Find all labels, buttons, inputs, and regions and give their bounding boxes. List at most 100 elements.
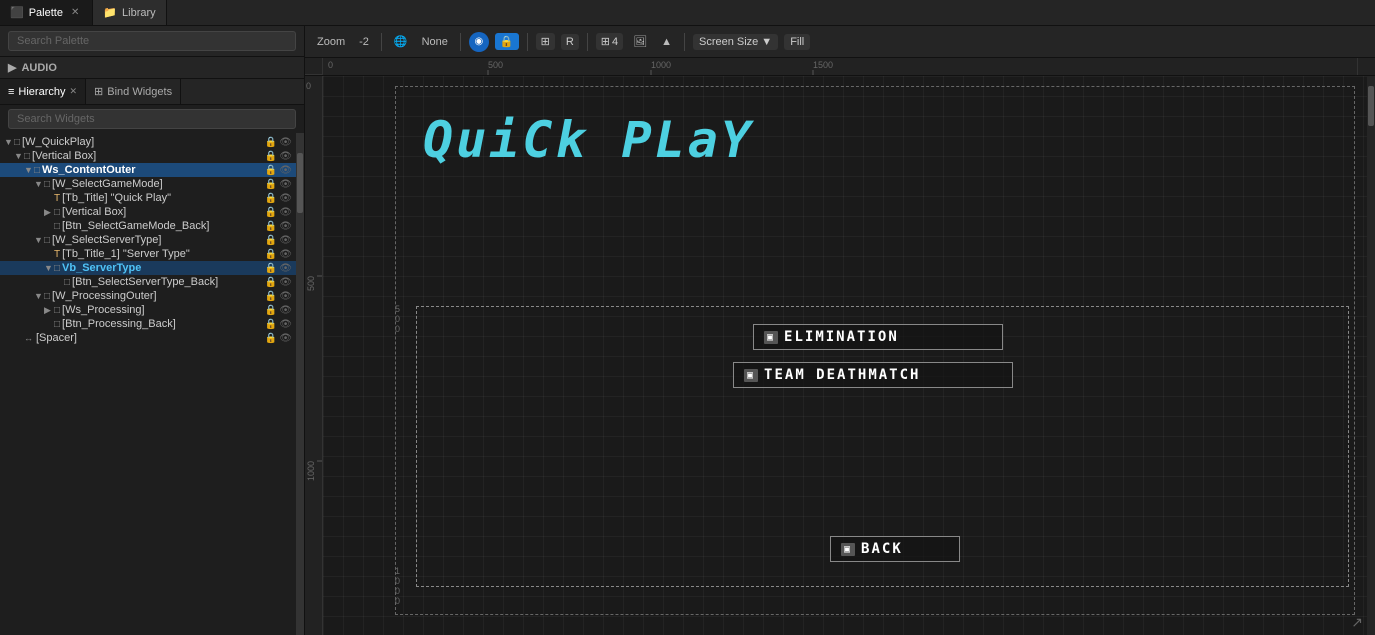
- back-button[interactable]: ▣ BACK: [830, 536, 960, 562]
- grid-btn[interactable]: ⊞ 4: [596, 33, 623, 50]
- actions-processingouter: 🔒 👁: [265, 291, 296, 302]
- tree-item-vbox1[interactable]: ▼ □ [Vertical Box] 🔒 👁: [0, 149, 296, 163]
- btn-r[interactable]: R: [561, 34, 579, 50]
- actions-btn-proc-back: 🔒 👁: [265, 319, 296, 330]
- tree-item-btn-selectgamemode-back[interactable]: □ [Btn_SelectGameMode_Back] 🔒 👁: [0, 219, 296, 233]
- tree-item-wquickplay[interactable]: ▼ □ [W_QuickPlay] 🔒 👁: [0, 135, 296, 149]
- category-label: AUDIO: [21, 62, 56, 74]
- icon-contentouter: □: [34, 165, 40, 176]
- tree-item-wselectgamemode[interactable]: ▼ □ [W_SelectGameMode] 🔒 👁: [0, 177, 296, 191]
- lock-spacer[interactable]: 🔒: [265, 333, 277, 344]
- lock-contentouter[interactable]: 🔒: [265, 165, 277, 176]
- lock-btn-sgm-back[interactable]: 🔒: [265, 221, 277, 232]
- tree-item-vbox2[interactable]: ▶ □ [Vertical Box] 🔒 👁: [0, 205, 296, 219]
- tree-item-tb-title[interactable]: T [Tb_Title] "Quick Play" 🔒 👁: [0, 191, 296, 205]
- separator1: [381, 33, 382, 51]
- canvas-y-label: 5 0 0: [395, 304, 400, 334]
- eye-btn-sst-back[interactable]: 👁: [279, 277, 292, 288]
- tree-item-tb-title1[interactable]: T [Tb_Title_1] "Server Type" 🔒 👁: [0, 247, 296, 261]
- icon-btn-proc-back: □: [54, 319, 60, 330]
- tree-scrollbar[interactable]: [296, 133, 304, 635]
- tree-item-wselectservertype[interactable]: ▼ □ [W_SelectServerType] 🔒 👁: [0, 233, 296, 247]
- arrow-wquickplay: ▼: [4, 137, 14, 147]
- lock-btn-proc-back[interactable]: 🔒: [265, 319, 277, 330]
- canvas-with-ruler: 0 500 1000: [305, 76, 1375, 635]
- eye-btn-proc-back[interactable]: 👁: [279, 319, 292, 330]
- tree-item-btn-processing-back[interactable]: □ [Btn_Processing_Back] 🔒 👁: [0, 317, 296, 331]
- arrow-vbox1: ▼: [14, 151, 24, 161]
- resize-handle[interactable]: ↗: [1351, 614, 1363, 631]
- tab-hierarchy[interactable]: ≡ Hierarchy ✕: [0, 79, 86, 104]
- tab-bind-widgets[interactable]: ⊞ Bind Widgets: [86, 79, 181, 104]
- tree-item-wsprocessing[interactable]: ▶ □ [Ws_Processing] 🔒 👁: [0, 303, 296, 317]
- arrow-processingouter: ▼: [34, 291, 44, 301]
- canvas-scrollbar-right[interactable]: [1367, 76, 1375, 635]
- lock-wsprocessing[interactable]: 🔒: [265, 305, 277, 316]
- eye-tbtitle1[interactable]: 👁: [279, 249, 292, 260]
- search-palette-input[interactable]: [8, 31, 296, 51]
- canvas-viewport[interactable]: QuiCk PLaY ▣ ELIMINATION ▣ TEAM DEATH: [323, 76, 1367, 635]
- separator2: [460, 33, 461, 51]
- label-btn-proc-back: [Btn_Processing_Back]: [62, 318, 176, 330]
- arrow-selectgamemode: ▼: [34, 179, 44, 189]
- lock-btn[interactable]: 🔒: [495, 33, 519, 50]
- eye-tbtitle[interactable]: 👁: [279, 193, 292, 204]
- none-label[interactable]: None: [418, 34, 452, 50]
- screen-size-dropdown[interactable]: Screen Size ▼: [693, 34, 778, 50]
- tree-item-vb-servertype[interactable]: ▼ □ Vb_ServerType 🔒 👁: [0, 261, 296, 275]
- search-widgets-input[interactable]: [8, 109, 296, 129]
- back-icon: ▣: [841, 543, 855, 556]
- icon-tbtitle: T: [54, 193, 60, 204]
- eye-vbservertype[interactable]: 👁: [279, 263, 292, 274]
- deathmatch-icon: ▣: [744, 369, 758, 382]
- eye-selectservertype[interactable]: 👁: [279, 235, 292, 246]
- lock-wquickplay[interactable]: 🔒: [265, 137, 277, 148]
- tree-item-btn-selectservertype-back[interactable]: □ [Btn_SelectServerType_Back] 🔒 👁: [0, 275, 296, 289]
- tree-item-wprocessingouter[interactable]: ▼ □ [W_ProcessingOuter] 🔒 👁: [0, 289, 296, 303]
- lock-tbtitle[interactable]: 🔒: [265, 193, 277, 204]
- tree-item-spacer[interactable]: ↔ [Spacer] 🔒 👁: [0, 331, 296, 345]
- eye-processingouter[interactable]: 👁: [279, 291, 292, 302]
- grid-icon[interactable]: ⊞: [536, 33, 555, 50]
- actions-vbservertype: 🔒 👁: [265, 263, 296, 274]
- eye-wquickplay[interactable]: 👁: [279, 137, 292, 148]
- tab-palette-close[interactable]: ✕: [68, 6, 82, 19]
- bind-icon: ⊞: [94, 85, 103, 98]
- label-contentouter: Ws_ContentOuter: [42, 164, 136, 176]
- elimination-button[interactable]: ▣ ELIMINATION: [753, 324, 1003, 350]
- eye-vbox2[interactable]: 👁: [279, 207, 292, 218]
- fill-btn[interactable]: Fill: [784, 34, 810, 50]
- actions-selectservertype: 🔒 👁: [265, 235, 296, 246]
- label-vbox2: [Vertical Box]: [62, 206, 126, 218]
- lock-tbtitle1[interactable]: 🔒: [265, 249, 277, 260]
- lock-btn-sst-back[interactable]: 🔒: [265, 277, 277, 288]
- tree-item-ws-contentouter[interactable]: ▼ □ Ws_ContentOuter 🔒 👁: [0, 163, 296, 177]
- eye-selectgamemode[interactable]: 👁: [279, 179, 292, 190]
- icon-vbservertype: □: [54, 263, 60, 274]
- arrow-selectservertype: ▼: [34, 235, 44, 245]
- lock-vbox1[interactable]: 🔒: [265, 151, 277, 162]
- label-selectgamemode: [W_SelectGameMode]: [52, 178, 163, 190]
- palette-search-bar: [0, 26, 304, 57]
- eye-vbox1[interactable]: 👁: [279, 151, 292, 162]
- tab-palette[interactable]: ⬛ Palette ✕: [0, 0, 93, 25]
- zoom-value[interactable]: -2: [355, 34, 373, 50]
- blue-btn-left[interactable]: ◉: [469, 32, 489, 52]
- lock-processingouter[interactable]: 🔒: [265, 291, 277, 302]
- deathmatch-button[interactable]: ▣ TEAM DEATHMATCH: [733, 362, 1013, 388]
- eye-wsprocessing[interactable]: 👁: [279, 305, 292, 316]
- icon-selectgamemode: □: [44, 179, 50, 190]
- tab-library[interactable]: 📁 Library: [93, 0, 166, 25]
- lock-vbservertype[interactable]: 🔒: [265, 263, 277, 274]
- lock-selectservertype[interactable]: 🔒: [265, 235, 277, 246]
- eye-spacer[interactable]: 👁: [279, 333, 292, 344]
- eye-btn-sgm-back[interactable]: 👁: [279, 221, 292, 232]
- actions-tbtitle1: 🔒 👁: [265, 249, 296, 260]
- label-btn-sst-back: [Btn_SelectServerType_Back]: [72, 276, 218, 288]
- hierarchy-close[interactable]: ✕: [70, 86, 78, 97]
- lock-vbox2[interactable]: 🔒: [265, 207, 277, 218]
- lock-selectgamemode[interactable]: 🔒: [265, 179, 277, 190]
- elimination-label: ELIMINATION: [784, 329, 899, 345]
- eye-contentouter[interactable]: 👁: [279, 165, 292, 176]
- dropdown-arrow: ▼: [761, 36, 772, 48]
